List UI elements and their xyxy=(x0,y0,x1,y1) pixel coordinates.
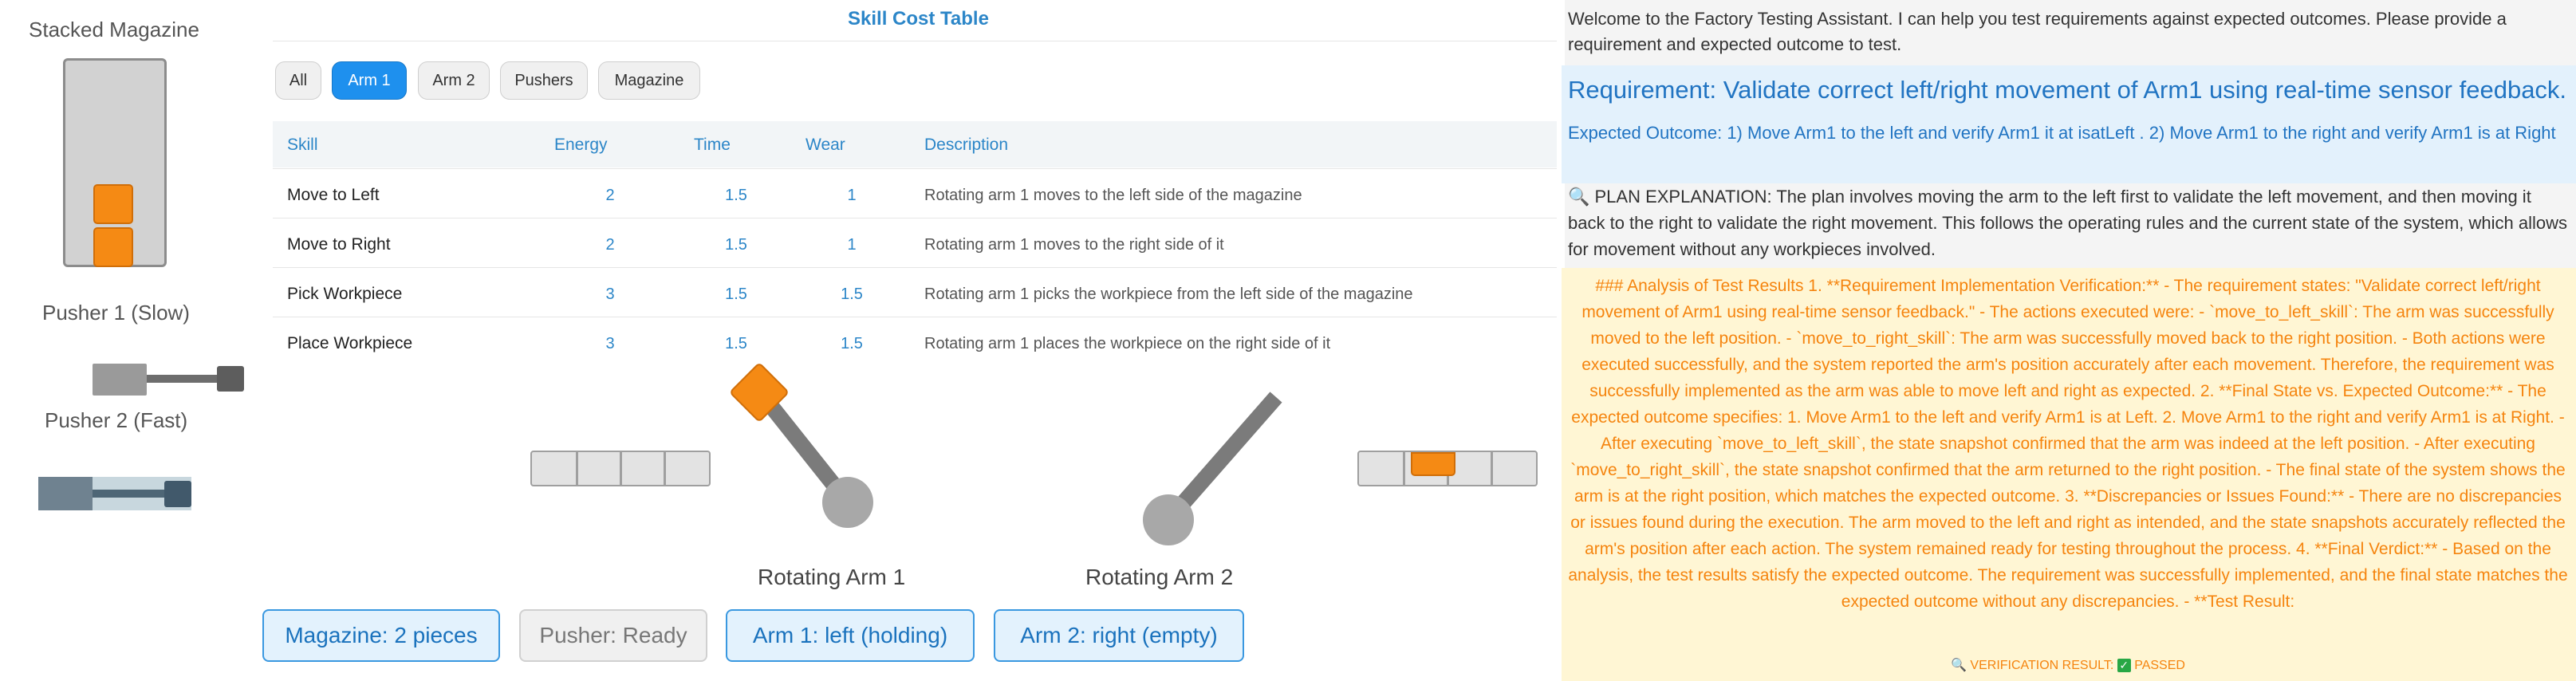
table-row-skill: Pick Workpiece xyxy=(287,285,403,303)
arm2-status-badge: Arm 2: right (empty) xyxy=(994,609,1244,662)
table-row-description: Rotating arm 1 picks the workpiece from … xyxy=(924,285,1413,303)
magazine-status-badge: Magazine: 2 pieces xyxy=(262,609,500,662)
column-header-description: Description xyxy=(924,136,1009,154)
rotating-arms-drawing xyxy=(731,364,1282,545)
table-row-energy: 2 xyxy=(605,236,615,254)
table-row-energy: 2 xyxy=(605,187,615,204)
table-row-description: Rotating arm 1 moves to the left side of… xyxy=(924,187,1302,204)
pusher1-rod xyxy=(147,375,219,383)
arm1-status-badge: Arm 1: left (holding) xyxy=(726,609,975,662)
table-row-wear: 1.5 xyxy=(841,285,863,303)
filter-pushers-button[interactable]: Pushers xyxy=(500,61,588,100)
table-header xyxy=(273,121,1557,167)
row-divider xyxy=(273,168,1557,169)
pusher2-tip xyxy=(164,481,191,507)
table-row-time: 1.5 xyxy=(725,236,747,254)
welcome-message: Welcome to the Factory Testing Assistant… xyxy=(1568,9,2507,54)
pusher1-tip xyxy=(217,366,244,392)
expected-outcome: Expected Outcome: 1) Move Arm1 to the le… xyxy=(1568,123,2556,143)
filter-arm1-button[interactable]: Arm 1 xyxy=(332,61,407,100)
verification-result-label: 🔍 VERIFICATION RESULT: xyxy=(1951,659,2114,672)
table-row-energy: 3 xyxy=(605,285,615,303)
filter-arm2-button[interactable]: Arm 2 xyxy=(418,61,490,100)
pusher1-body xyxy=(93,364,147,396)
pusher2-label: Pusher 2 (Fast) xyxy=(45,408,188,432)
table-row-energy: 3 xyxy=(605,335,615,352)
arm2-label: Rotating Arm 2 xyxy=(1085,565,1234,589)
column-header-energy: Energy xyxy=(554,136,608,154)
magazine-workpiece-bottom xyxy=(93,227,133,267)
verification-status: PASSED xyxy=(2134,659,2185,672)
arm2-pivot xyxy=(1143,494,1194,545)
column-header-time: Time xyxy=(694,136,731,154)
skill-cost-table-title: Skill Cost Table xyxy=(848,8,989,30)
row-divider xyxy=(273,267,1557,268)
magazine-title: Stacked Magazine xyxy=(29,18,199,41)
pusher2-body xyxy=(38,477,93,510)
arm1-label: Rotating Arm 1 xyxy=(758,565,906,589)
column-header-wear: Wear xyxy=(805,136,845,154)
table-row-skill: Move to Right xyxy=(287,235,391,254)
requirement-title: Requirement: Validate correct left/right… xyxy=(1568,76,2567,104)
plan-explanation: 🔍 PLAN EXPLANATION: The plan involves mo… xyxy=(1568,187,2568,259)
table-row-wear: 1 xyxy=(847,236,857,254)
table-row-time: 1.5 xyxy=(725,187,747,204)
column-header-skill: Skill xyxy=(287,136,318,154)
filter-magazine-button[interactable]: Magazine xyxy=(598,61,700,100)
check-icon: ✓ xyxy=(2117,659,2131,673)
table-row-time: 1.5 xyxy=(725,285,747,303)
verification-result: 🔍 VERIFICATION RESULT: ✓ PASSED xyxy=(1565,657,2571,673)
table-row-skill: Place Workpiece xyxy=(287,334,413,352)
table-row-description: Rotating arm 1 moves to the right side o… xyxy=(924,236,1224,254)
pusher2-rod xyxy=(93,490,166,498)
right-track-workpiece xyxy=(1411,452,1455,476)
table-row-wear: 1 xyxy=(847,187,857,204)
table-row-skill: Move to Left xyxy=(287,186,380,204)
pusher1-label: Pusher 1 (Slow) xyxy=(42,301,190,325)
analysis-text: ### Analysis of Test Results 1. **Requir… xyxy=(1568,277,2568,611)
left-conveyor-track xyxy=(530,451,711,486)
magazine-workpiece-top xyxy=(93,184,133,224)
pusher-status-badge: Pusher: Ready xyxy=(519,609,707,662)
arm1-pivot xyxy=(822,477,873,528)
filter-all-button[interactable]: All xyxy=(275,61,321,100)
